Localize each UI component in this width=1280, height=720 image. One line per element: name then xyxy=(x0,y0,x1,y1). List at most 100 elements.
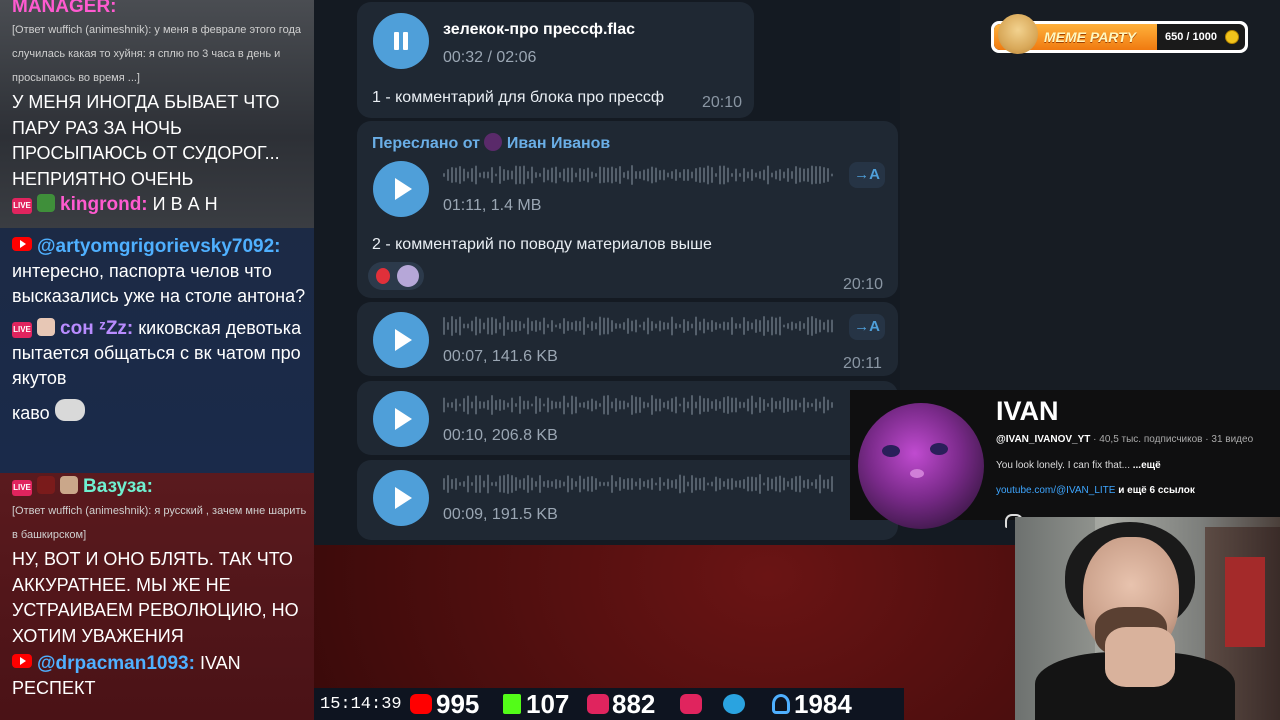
more-link[interactable]: ...ещё xyxy=(1133,460,1161,471)
channel-description[interactable]: You look lonely. I can fix that... ...ещ… xyxy=(996,460,1161,471)
waveform-bar xyxy=(815,398,817,412)
waveform-bar xyxy=(571,395,573,415)
waveform-bar xyxy=(803,168,805,182)
waveform-bar xyxy=(711,401,713,409)
waveform-bar xyxy=(691,475,693,493)
youtube-icon xyxy=(12,654,32,668)
play-button[interactable] xyxy=(373,391,429,447)
voice-message[interactable]: Переслано от Иван Иванов →A 01:11, 1.4 M… xyxy=(357,121,898,298)
waveform-bar xyxy=(811,482,813,486)
waveform-bar xyxy=(779,169,781,181)
chat-reply-quote: [Ответ wuffich (animeshnik): я русский ,… xyxy=(12,505,307,541)
play-button[interactable] xyxy=(373,161,429,217)
waveform-bar xyxy=(767,403,769,407)
waveform-bar xyxy=(683,397,685,413)
youtube-icon xyxy=(12,237,32,251)
channel-link[interactable]: youtube.com/@IVAN_LITE xyxy=(996,485,1115,496)
voice-message[interactable]: →A 00:07, 141.6 KB 20:11 xyxy=(357,302,898,376)
waveform-bar xyxy=(703,167,705,183)
waveform-bar xyxy=(591,171,593,179)
chat-message: LIVE kingrond: И В А Н xyxy=(12,192,308,217)
waveform-bar xyxy=(643,169,645,181)
waveform-bar xyxy=(451,402,453,408)
waveform-bar xyxy=(783,171,785,179)
waveform-bar xyxy=(623,322,625,330)
transcribe-button[interactable]: →A xyxy=(849,314,885,340)
voice-message[interactable]: 00:10, 206.8 KB xyxy=(357,381,898,455)
waveform-bar xyxy=(763,482,765,486)
waveform-bar xyxy=(659,477,661,491)
chat-message-text: У МЕНЯ ИНОГДА БЫВАЕТ ЧТО ПАРУ РАЗ ЗА НОЧ… xyxy=(12,92,280,189)
transcribe-button[interactable]: →A xyxy=(849,162,885,188)
waveform-bar xyxy=(463,398,465,412)
waveform-bar xyxy=(763,316,765,336)
waveform-bar xyxy=(443,173,445,177)
waveform-bar xyxy=(495,481,497,487)
waveform-bar xyxy=(699,395,701,415)
waveform-bar xyxy=(675,479,677,489)
waveform-bar xyxy=(731,173,733,177)
waveform-bar xyxy=(595,322,597,330)
channel-avatar[interactable] xyxy=(858,403,984,529)
waveform-bar xyxy=(471,168,473,182)
description-text: You look lonely. I can fix that... xyxy=(996,460,1133,471)
waveform-bar xyxy=(655,482,657,486)
waveform-bar xyxy=(547,324,549,328)
waveform-bar xyxy=(703,398,705,412)
waveform-bar xyxy=(523,323,525,329)
waveform-bar xyxy=(683,169,685,181)
waveform-bar xyxy=(463,481,465,487)
doge-icon xyxy=(998,14,1038,54)
waveform-bar xyxy=(715,399,717,411)
audio-message[interactable]: зелекок-про прессф.flac 00:32 / 02:06 1 … xyxy=(357,2,754,118)
forwarded-name[interactable]: Иван Иванов xyxy=(507,135,610,152)
waveform-bar xyxy=(719,478,721,490)
chat-message: @artyomgrigorievsky7092: xyxy=(12,234,308,259)
waveform-bar xyxy=(715,476,717,492)
waveform-bar xyxy=(475,316,477,336)
waveform-bar xyxy=(699,478,701,490)
more-links[interactable]: и ещё 6 ссылок xyxy=(1115,485,1195,496)
waveform-bar xyxy=(567,475,569,493)
waveform-bar xyxy=(591,321,593,331)
reactions[interactable] xyxy=(368,262,424,290)
voice-message[interactable]: 00:09, 191.5 KB xyxy=(357,460,898,540)
waveform-bar xyxy=(447,402,449,408)
waveform-bar xyxy=(763,399,765,411)
waveform-bar xyxy=(691,395,693,415)
voice-waveform[interactable] xyxy=(443,315,837,337)
voice-waveform[interactable] xyxy=(443,473,837,495)
waveform-bar xyxy=(711,167,713,183)
strawberry-reaction-icon[interactable] xyxy=(376,268,390,284)
waveform-bar xyxy=(487,400,489,410)
pause-button[interactable] xyxy=(373,13,429,69)
waveform-bar xyxy=(467,171,469,179)
channel-meta: @IVAN_IVANOV_YT · 40,5 тыс. подписчиков … xyxy=(996,434,1253,445)
waveform-bar xyxy=(575,320,577,332)
waveform-bar xyxy=(771,478,773,490)
message-caption: 2 - комментарий по поводу материалов выш… xyxy=(372,236,712,253)
waveform-bar xyxy=(507,170,509,180)
waveform-bar xyxy=(495,400,497,410)
chat-block-2: @artyomgrigorievsky7092: интересно, пасп… xyxy=(0,228,314,473)
play-button[interactable] xyxy=(373,470,429,526)
waveform-bar xyxy=(715,322,717,330)
waveform-bar xyxy=(783,477,785,491)
waveform-bar xyxy=(767,477,769,491)
play-button[interactable] xyxy=(373,312,429,368)
waveform-bar xyxy=(811,316,813,336)
message-caption: 1 - комментарий для блока про прессф xyxy=(372,89,665,106)
waveform-bar xyxy=(491,317,493,335)
waveform-bar xyxy=(551,320,553,332)
voice-waveform[interactable] xyxy=(443,394,837,416)
voice-waveform[interactable] xyxy=(443,164,837,186)
waveform-bar xyxy=(543,481,545,487)
waveform-bar xyxy=(487,474,489,494)
chat-message: каво xyxy=(12,399,308,426)
channel-links[interactable]: youtube.com/@IVAN_LITE и ещё 6 ссылок xyxy=(996,485,1195,496)
waveform-bar xyxy=(791,171,793,179)
waveform-bar xyxy=(479,318,481,334)
chat-username: Вазуза: xyxy=(83,476,153,497)
play-icon xyxy=(680,694,702,714)
waveform-bar xyxy=(819,319,821,333)
